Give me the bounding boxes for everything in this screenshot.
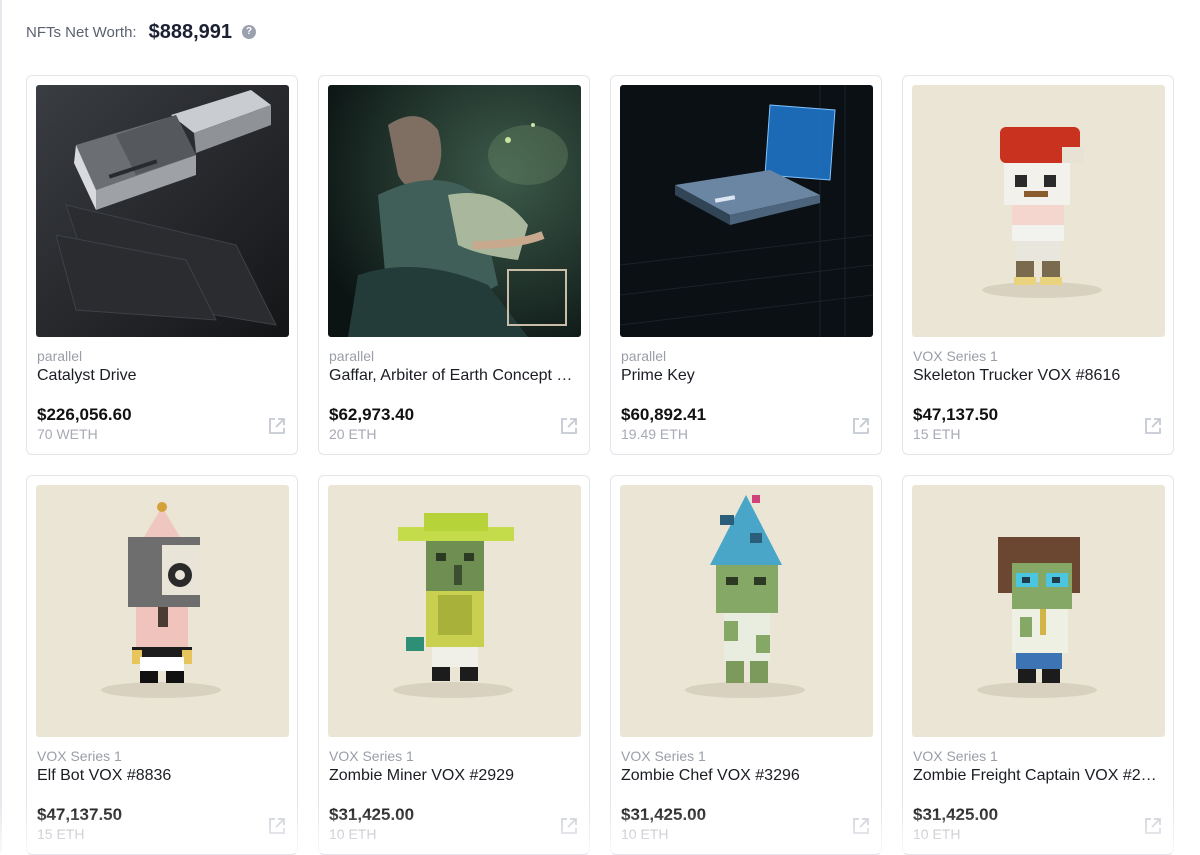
usd-price: $47,137.50 (913, 405, 999, 424)
nft-name[interactable]: Elf Bot VOX #8836 (37, 767, 287, 785)
nft-image[interactable] (620, 485, 873, 737)
external-link-icon[interactable] (851, 416, 871, 436)
nft-name[interactable]: Skeleton Trucker VOX #8616 (913, 367, 1163, 385)
nft-image[interactable] (36, 85, 289, 337)
collection-name: VOX Series 1 (621, 748, 706, 764)
nft-name[interactable]: Zombie Freight Captain VOX #27… (913, 767, 1163, 785)
nft-card[interactable]: parallel Catalyst Drive $226,056.60 70 W… (26, 75, 298, 455)
question-circle-icon[interactable]: ? (242, 25, 256, 39)
external-link-icon[interactable] (559, 816, 579, 836)
net-worth-header: NFTs Net Worth: $888,991 ? (26, 16, 256, 48)
collection-name: VOX Series 1 (913, 748, 998, 764)
collection-name: parallel (621, 348, 667, 364)
nft-image[interactable] (328, 85, 581, 337)
external-link-icon[interactable] (267, 416, 287, 436)
external-link-icon[interactable] (267, 816, 287, 836)
crypto-price: 10 ETH (621, 826, 669, 842)
nft-card[interactable]: VOX Series 1 Elf Bot VOX #8836 $47,137.5… (26, 475, 298, 855)
net-worth-value: $888,991 (148, 20, 232, 43)
nft-name[interactable]: Prime Key (621, 367, 871, 385)
external-link-icon[interactable] (1143, 816, 1163, 836)
nft-grid: parallel Catalyst Drive $226,056.60 70 W… (26, 75, 1174, 855)
external-link-icon[interactable] (1143, 416, 1163, 436)
usd-price: $60,892.41 (621, 405, 707, 424)
nft-card[interactable]: VOX Series 1 Zombie Chef VOX #3296 $31,4… (610, 475, 882, 855)
net-worth-label: NFTs Net Worth: (26, 23, 137, 41)
crypto-price: 70 WETH (37, 426, 98, 442)
external-link-icon[interactable] (851, 816, 871, 836)
nft-name[interactable]: Zombie Miner VOX #2929 (329, 767, 579, 785)
nft-image[interactable] (620, 85, 873, 337)
crypto-price: 15 ETH (37, 826, 85, 842)
usd-price: $226,056.60 (37, 405, 132, 424)
crypto-price: 10 ETH (329, 826, 377, 842)
collection-name: VOX Series 1 (329, 748, 414, 764)
left-divider (0, 0, 2, 853)
nft-image[interactable] (912, 85, 1165, 337)
external-link-icon[interactable] (559, 416, 579, 436)
collection-name: parallel (329, 348, 375, 364)
collection-name: parallel (37, 348, 83, 364)
crypto-price: 10 ETH (913, 826, 961, 842)
nft-image[interactable] (328, 485, 581, 737)
nft-name[interactable]: Zombie Chef VOX #3296 (621, 767, 871, 785)
nft-card[interactable]: parallel Gaffar, Arbiter of Earth Concep… (318, 75, 590, 455)
crypto-price: 15 ETH (913, 426, 961, 442)
nft-card[interactable]: VOX Series 1 Zombie Freight Captain VOX … (902, 475, 1174, 855)
collection-name: VOX Series 1 (913, 348, 998, 364)
crypto-price: 20 ETH (329, 426, 377, 442)
usd-price: $31,425.00 (913, 805, 999, 824)
usd-price: $31,425.00 (621, 805, 707, 824)
nft-card[interactable]: VOX Series 1 Skeleton Trucker VOX #8616 … (902, 75, 1174, 455)
usd-price: $31,425.00 (329, 805, 415, 824)
usd-price: $47,137.50 (37, 805, 123, 824)
nft-image[interactable] (36, 485, 289, 737)
nft-name[interactable]: Catalyst Drive (37, 367, 287, 385)
nft-card[interactable]: parallel Prime Key $60,892.41 19.49 ETH (610, 75, 882, 455)
collection-name: VOX Series 1 (37, 748, 122, 764)
nft-name[interactable]: Gaffar, Arbiter of Earth Concept … (329, 367, 579, 385)
crypto-price: 19.49 ETH (621, 426, 688, 442)
nft-card[interactable]: VOX Series 1 Zombie Miner VOX #2929 $31,… (318, 475, 590, 855)
nft-image[interactable] (912, 485, 1165, 737)
usd-price: $62,973.40 (329, 405, 415, 424)
